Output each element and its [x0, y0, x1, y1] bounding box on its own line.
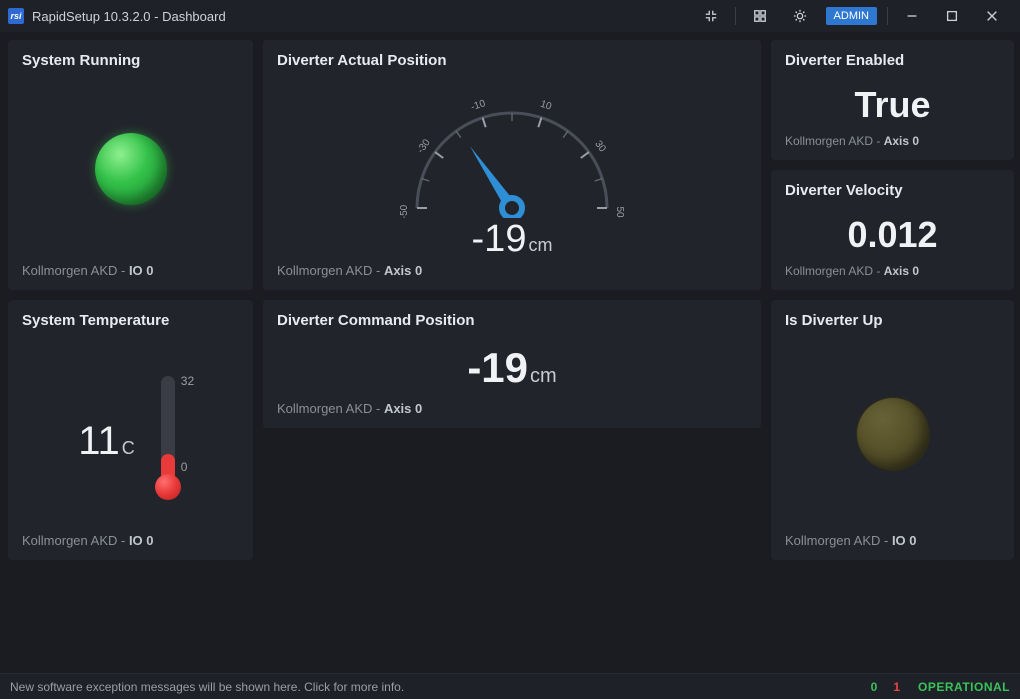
thermometer-icon: 32 0 [153, 376, 183, 506]
status-ok-count: 0 [871, 680, 878, 694]
svg-text:30: 30 [592, 138, 608, 154]
card-title: System Temperature [22, 312, 239, 329]
gauge-reading: -19cm [472, 218, 553, 261]
card-title: Diverter Velocity [785, 182, 1000, 199]
minimize-button[interactable] [892, 2, 932, 30]
card-title: Diverter Command Position [277, 312, 747, 329]
admin-badge[interactable]: ADMIN [826, 7, 877, 25]
card-diverter-enabled: Diverter Enabled True Kollmorgen AKD - A… [771, 40, 1014, 160]
status-error-count: 1 [893, 680, 900, 694]
card-title: Diverter Enabled [785, 52, 1000, 69]
svg-text:10: 10 [539, 98, 553, 112]
window-title: RapidSetup 10.3.2.0 - Dashboard [32, 9, 226, 24]
title-bar: rsi RapidSetup 10.3.2.0 - Dashboard ADMI… [0, 0, 1020, 32]
status-bar: New software exception messages will be … [0, 673, 1020, 699]
value-display: -19cm [467, 344, 556, 392]
status-led-icon [857, 398, 929, 470]
dashboard-canvas: System Running Kollmorgen AKD - IO 0 Div… [0, 32, 1020, 673]
card-footer: Kollmorgen AKD - Axis 0 [277, 401, 747, 416]
thermo-scale-high: 32 [181, 374, 194, 388]
card-system-temperature: System Temperature 11C 32 0 Kollmorgen A… [8, 300, 253, 560]
status-state: OPERATIONAL [918, 680, 1010, 694]
maximize-button[interactable] [932, 2, 972, 30]
card-footer: Kollmorgen AKD - IO 0 [785, 533, 1000, 548]
dashboard-grid-icon[interactable] [740, 2, 780, 30]
svg-text:-30: -30 [415, 137, 433, 156]
svg-text:-50: -50 [399, 204, 410, 218]
value-display: True [854, 84, 930, 126]
gauge-icon: -50 -30 -10 10 30 50 [392, 78, 632, 218]
value-display: 0.012 [847, 214, 937, 256]
statusbar-message[interactable]: New software exception messages will be … [10, 680, 404, 694]
card-footer: Kollmorgen AKD - Axis 0 [785, 264, 1000, 278]
card-diverter-actual-position: Diverter Actual Position [263, 40, 761, 290]
card-system-running: System Running Kollmorgen AKD - IO 0 [8, 40, 253, 290]
svg-text:50: 50 [614, 206, 625, 218]
card-title: System Running [22, 52, 239, 69]
theme-toggle-icon[interactable] [780, 2, 820, 30]
card-footer: Kollmorgen AKD - Axis 0 [277, 263, 747, 278]
thermo-scale-low: 0 [181, 460, 188, 474]
temperature-reading: 11C [78, 419, 135, 464]
close-button[interactable] [972, 2, 1012, 30]
card-title: Is Diverter Up [785, 312, 1000, 329]
card-diverter-command-position: Diverter Command Position -19cm Kollmorg… [263, 300, 761, 428]
card-footer: Kollmorgen AKD - IO 0 [22, 263, 239, 278]
card-footer: Kollmorgen AKD - Axis 0 [785, 134, 1000, 148]
svg-text:-10: -10 [470, 98, 488, 113]
fullscreen-exit-icon[interactable] [691, 2, 731, 30]
app-logo: rsi [8, 8, 24, 24]
card-is-diverter-up: Is Diverter Up Kollmorgen AKD - IO 0 [771, 300, 1014, 560]
right-top-column: Diverter Enabled True Kollmorgen AKD - A… [771, 40, 1014, 290]
card-title: Diverter Actual Position [277, 52, 747, 69]
card-footer: Kollmorgen AKD - IO 0 [22, 533, 239, 548]
card-diverter-velocity: Diverter Velocity 0.012 Kollmorgen AKD -… [771, 170, 1014, 290]
status-led-icon [95, 133, 167, 205]
